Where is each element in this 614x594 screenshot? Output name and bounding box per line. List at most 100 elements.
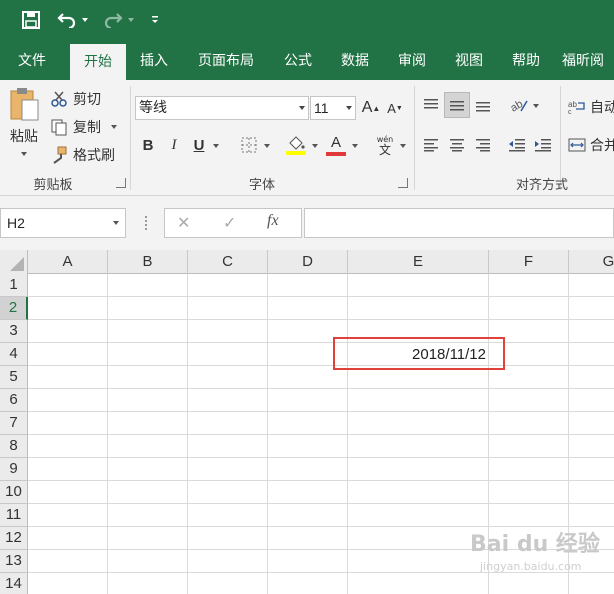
increase-font-size-button[interactable]: A ▲ [360, 96, 382, 120]
align-right-button[interactable] [472, 134, 494, 156]
tab-help[interactable]: 帮助 [500, 42, 552, 80]
formula-bar-grip-icon[interactable] [145, 216, 148, 230]
underline-button[interactable]: U [189, 134, 209, 156]
row-header-13[interactable]: 13 [0, 550, 28, 573]
redo-dropdown-icon[interactable] [126, 8, 136, 32]
insert-function-button[interactable]: fx [267, 212, 279, 230]
paste-button[interactable]: 粘贴 [6, 86, 42, 166]
tab-home[interactable]: 开始 [70, 44, 126, 80]
row-header-1[interactable]: 1 [0, 274, 28, 297]
align-center-button[interactable] [446, 134, 468, 156]
fill-color-dropdown-icon[interactable] [312, 144, 318, 148]
tab-file[interactable]: 文件 [0, 42, 64, 80]
formula-input[interactable] [304, 208, 614, 238]
paste-dropdown-icon[interactable] [21, 152, 27, 156]
column-header-a[interactable]: A [28, 250, 108, 274]
orientation-button[interactable]: ab [506, 92, 532, 116]
decrease-indent-button[interactable] [506, 134, 528, 156]
undo-icon[interactable] [54, 8, 80, 32]
highlight-box [333, 337, 505, 370]
row-header-7[interactable]: 7 [0, 412, 28, 435]
name-box[interactable]: H2 [0, 208, 126, 238]
row-header-8[interactable]: 8 [0, 435, 28, 458]
enter-icon[interactable]: ✓ [223, 213, 236, 232]
cut-button[interactable]: 剪切 [50, 88, 110, 110]
orientation-dropdown-icon[interactable] [533, 104, 539, 108]
borders-dropdown-icon[interactable] [264, 144, 270, 148]
row-header-11[interactable]: 11 [0, 504, 28, 527]
format-painter-button[interactable]: 格式刷 [50, 144, 124, 166]
row-header-6[interactable]: 6 [0, 389, 28, 412]
tab-page-layout[interactable]: 页面布局 [186, 42, 266, 80]
row-header-2[interactable]: 2 [0, 297, 28, 320]
select-all-button[interactable] [0, 250, 28, 274]
border-icon [241, 137, 257, 153]
row-header-9[interactable]: 9 [0, 458, 28, 481]
column-header-g[interactable]: G [569, 250, 614, 274]
customize-qat-icon[interactable] [148, 8, 162, 32]
column-header-c[interactable]: C [188, 250, 268, 274]
group-divider [414, 86, 415, 190]
phonetic-dropdown-icon[interactable] [400, 144, 406, 148]
align-bottom-button[interactable] [472, 94, 494, 116]
row-header-14[interactable]: 14 [0, 573, 28, 594]
copy-dropdown-icon[interactable] [111, 125, 117, 129]
cancel-icon[interactable]: ✕ [177, 213, 190, 232]
undo-dropdown-icon[interactable] [80, 8, 90, 32]
merge-cells-icon [568, 138, 586, 152]
clipboard-launcher-icon[interactable] [116, 178, 126, 188]
tab-data[interactable]: 数据 [328, 42, 382, 80]
gridline [28, 480, 614, 481]
row-header-5[interactable]: 5 [0, 366, 28, 389]
align-middle-button[interactable] [444, 92, 470, 118]
row-header-12[interactable]: 12 [0, 527, 28, 550]
column-header-d[interactable]: D [268, 250, 348, 274]
decrease-font-size-button[interactable]: A ▼ [384, 96, 406, 120]
cut-label: 剪切 [73, 92, 101, 108]
font-size-select[interactable]: 11 [310, 96, 356, 120]
phonetic-glyph-char: 文 [378, 143, 391, 157]
bold-button[interactable]: B [138, 134, 158, 156]
font-name-select[interactable]: 等线 [135, 96, 309, 120]
tab-foxit[interactable]: 福昕阅 [562, 42, 614, 80]
save-icon[interactable] [18, 8, 44, 32]
row-header-3[interactable]: 3 [0, 320, 28, 343]
phonetic-guide-button[interactable]: wén 文 [372, 132, 398, 158]
fill-color-swatch [286, 151, 306, 155]
copy-icon [51, 119, 67, 136]
quick-access-toolbar [0, 0, 614, 42]
underline-dropdown-icon[interactable] [213, 144, 219, 148]
column-header-f[interactable]: F [489, 250, 569, 274]
merge-center-button[interactable]: 合并 [568, 134, 614, 156]
column-header-e[interactable]: E [348, 250, 489, 274]
gridline [28, 365, 614, 366]
redo-icon[interactable] [100, 8, 126, 32]
font-launcher-icon[interactable] [398, 178, 408, 188]
column-headers: A B C D E F G [0, 250, 614, 274]
text-orientation-icon: ab [509, 98, 528, 113]
tab-formulas[interactable]: 公式 [272, 42, 324, 80]
formula-bar: H2 ✕ ✓ fx [0, 196, 614, 250]
paste-icon [10, 88, 39, 121]
italic-button[interactable]: I [164, 134, 184, 156]
row-header-4[interactable]: 4 [0, 343, 28, 366]
ribbon-home: 粘贴 剪切 复制 格式刷 剪贴板 等线 11 A ▲ A ▼ B I U A w… [0, 80, 614, 196]
scissors-icon [51, 91, 67, 107]
chevron-down-icon [299, 106, 305, 110]
borders-button[interactable] [238, 134, 260, 156]
font-color-button[interactable]: A [324, 132, 348, 158]
tab-insert[interactable]: 插入 [128, 42, 180, 80]
align-left-button[interactable] [420, 134, 442, 156]
row-header-10[interactable]: 10 [0, 481, 28, 504]
tab-review[interactable]: 审阅 [386, 42, 438, 80]
wrap-text-button[interactable]: ab c 自动 [568, 96, 614, 118]
chevron-down-icon [346, 106, 352, 110]
increase-indent-button[interactable] [532, 134, 554, 156]
align-top-button[interactable] [420, 94, 442, 116]
font-color-dropdown-icon[interactable] [352, 144, 358, 148]
fill-color-button[interactable] [284, 132, 308, 158]
column-header-b[interactable]: B [108, 250, 188, 274]
tab-view[interactable]: 视图 [442, 42, 496, 80]
copy-button[interactable]: 复制 [50, 116, 124, 138]
group-divider [130, 86, 131, 190]
